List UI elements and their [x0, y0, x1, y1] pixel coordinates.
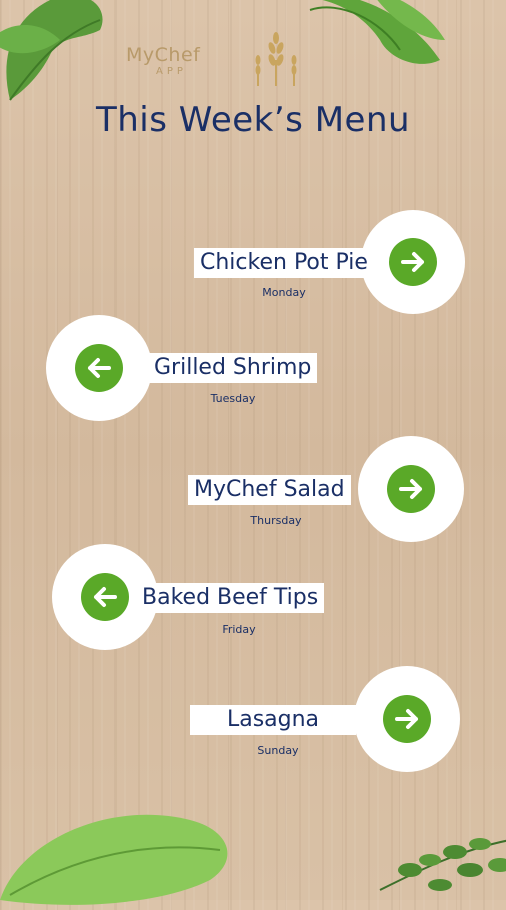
day-label: Tuesday	[210, 392, 256, 405]
next-button-mychef-salad[interactable]	[358, 436, 464, 542]
dish-name[interactable]: Grilled Shrimp	[148, 353, 318, 383]
logo-subtitle: APP	[156, 66, 187, 77]
dish-name[interactable]: Lasagna	[190, 705, 356, 735]
dish-name[interactable]: Chicken Pot Pie	[194, 248, 374, 278]
prev-button-grilled-shrimp[interactable]	[46, 315, 152, 421]
herb-decoration-bottom-right	[379, 838, 506, 891]
page-title: This Week’s Menu	[95, 100, 411, 140]
next-button-lasagna[interactable]	[354, 666, 460, 772]
day-label: Friday	[222, 623, 256, 636]
day-label: Monday	[262, 286, 306, 299]
arrow-left-icon	[75, 344, 123, 392]
day-label: Thursday	[250, 514, 302, 527]
next-button-chicken-pot-pie[interactable]	[361, 210, 465, 314]
leaf-decoration-top-left	[0, 0, 103, 101]
menu-board: MyChef APP This Week’s Menu Chicken Pot …	[0, 0, 506, 905]
dish-name[interactable]: Baked Beef Tips	[136, 583, 325, 613]
arrow-right-icon	[383, 695, 431, 743]
dish-name[interactable]: MyChef Salad	[188, 475, 351, 505]
wheat-icon	[255, 32, 297, 86]
arrow-right-icon	[389, 238, 437, 286]
logo-name: MyChef	[126, 44, 201, 66]
day-label: Sunday	[257, 744, 299, 757]
mychef-logo: MyChef APP	[126, 32, 306, 88]
arrow-left-icon	[81, 573, 129, 621]
arrow-right-icon	[387, 465, 435, 513]
leaf-decoration-bottom-left	[0, 814, 228, 905]
